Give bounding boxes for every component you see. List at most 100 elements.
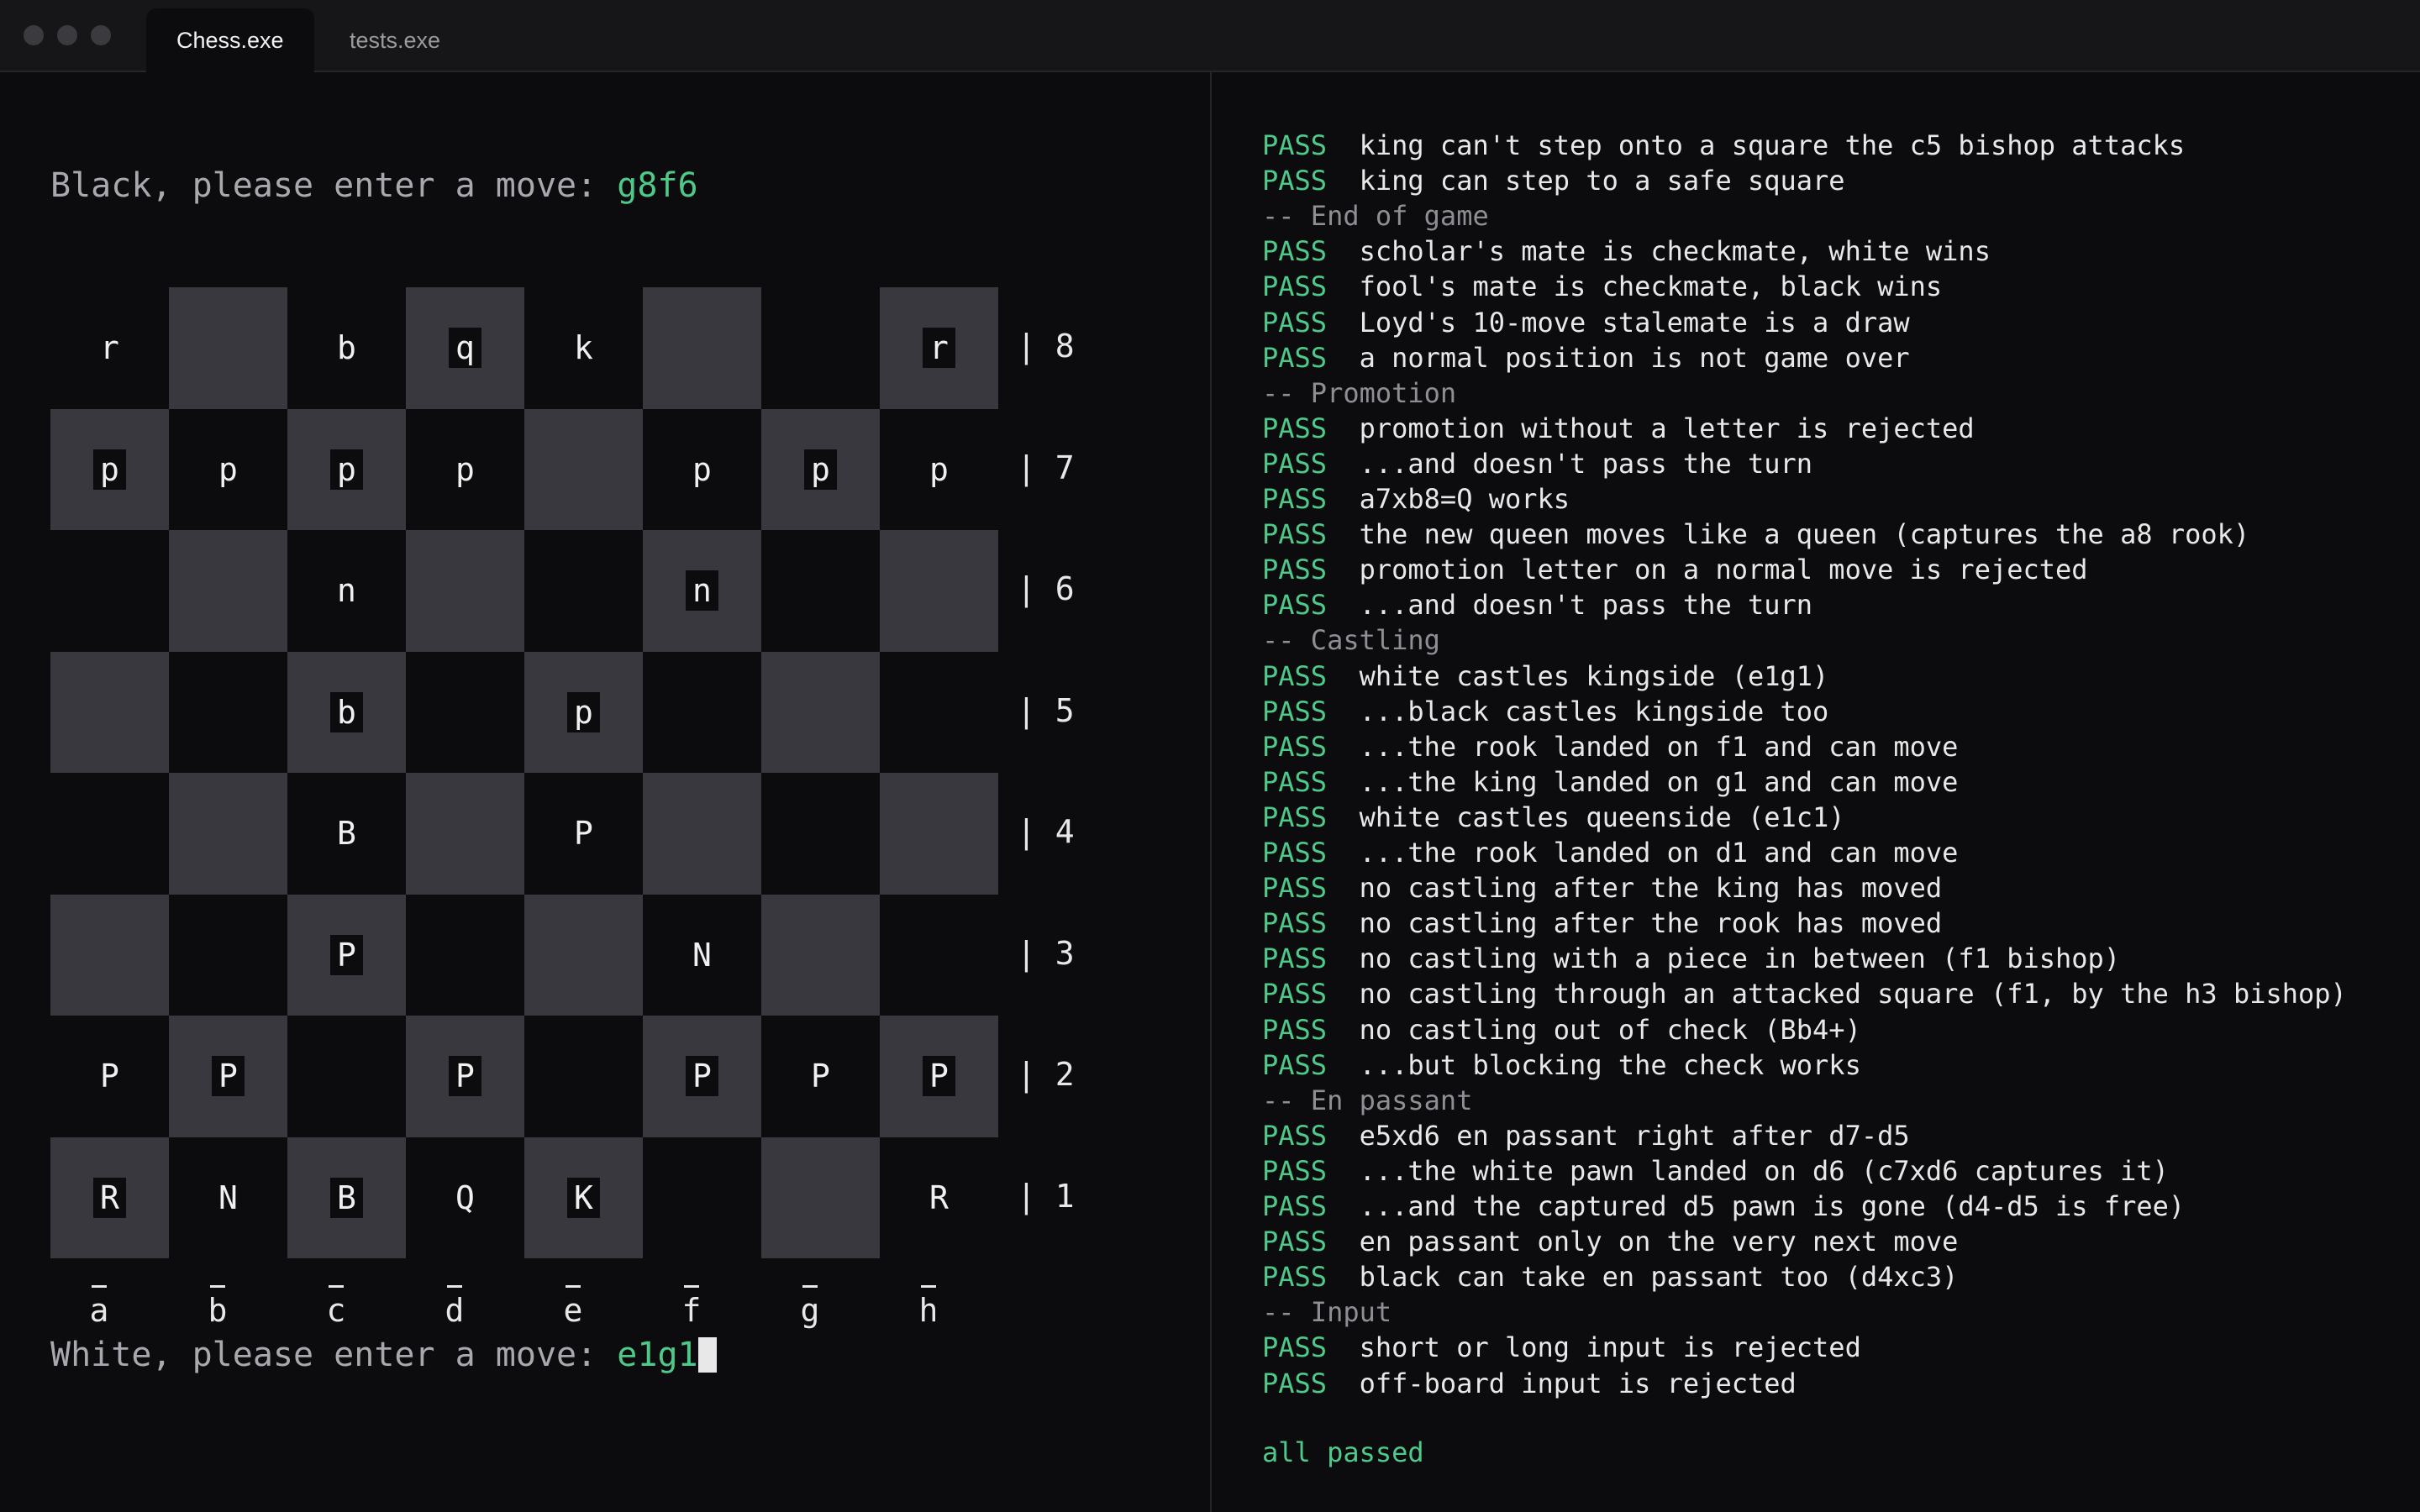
prompt-bottom-move: e1g1 bbox=[617, 1336, 698, 1374]
test-section-header: -- Input bbox=[1262, 1294, 1392, 1330]
pass-status: PASS bbox=[1262, 1261, 1328, 1294]
test-description: en passant only on the very next move bbox=[1359, 1226, 1959, 1258]
chess-pane[interactable]: Black, please enter a move: g8f6 r b q k r p p… bbox=[0, 72, 1210, 1512]
chess-piece: b bbox=[330, 691, 363, 732]
square-b7: p bbox=[169, 408, 287, 530]
rank-label: | 4 bbox=[1017, 813, 1075, 851]
file-label: a bbox=[89, 1292, 109, 1329]
file-underscore bbox=[210, 1285, 225, 1288]
section-title: -- End of game bbox=[1262, 200, 1489, 233]
square-a3 bbox=[50, 894, 169, 1016]
chess-piece: K bbox=[567, 1177, 600, 1218]
test-description: ...and doesn't pass the turn bbox=[1359, 589, 1813, 622]
square-c6: n bbox=[287, 530, 406, 652]
test-summary: all passed bbox=[1262, 1436, 1424, 1468]
square-e2 bbox=[524, 1016, 643, 1137]
pass-status: PASS bbox=[1262, 483, 1328, 515]
pass-status: PASS bbox=[1262, 907, 1328, 940]
square-h7: p bbox=[880, 408, 998, 530]
pass-status: PASS bbox=[1262, 837, 1328, 869]
pass-status: PASS bbox=[1262, 978, 1328, 1011]
chess-piece: P bbox=[923, 1056, 955, 1097]
square-d8: q bbox=[406, 287, 524, 409]
test-description: king can't step onto a square the c5 bis… bbox=[1359, 129, 2186, 161]
file-label: g bbox=[800, 1292, 820, 1329]
square-g5 bbox=[761, 651, 880, 773]
test-result-line: PASS Loyd's 10-move stalemate is a draw bbox=[1262, 305, 1910, 340]
prompt-bottom[interactable]: White, please enter a move: e1g1 bbox=[50, 1336, 717, 1374]
chess-piece: P bbox=[330, 934, 363, 975]
square-e4: P bbox=[524, 773, 643, 895]
square-h1: R bbox=[880, 1137, 998, 1258]
test-result-line: PASS white castles kingside (e1g1) bbox=[1262, 659, 1828, 694]
prompt-top: Black, please enter a move: g8f6 bbox=[50, 166, 698, 205]
tab-chess[interactable]: Chess.exe bbox=[146, 8, 314, 72]
square-h4 bbox=[880, 773, 998, 895]
square-a4 bbox=[50, 773, 169, 895]
test-section-header: -- En passant bbox=[1262, 1083, 1472, 1118]
pass-status: PASS bbox=[1262, 730, 1328, 763]
test-description: no castling through an attacked square (… bbox=[1359, 978, 2347, 1011]
chess-piece: P bbox=[100, 1058, 119, 1095]
test-result-line: PASS ...but blocking the check works bbox=[1262, 1047, 1861, 1083]
chess-piece: Q bbox=[455, 1179, 475, 1216]
close-window-icon[interactable] bbox=[24, 25, 44, 45]
file-underscore bbox=[566, 1285, 581, 1288]
test-result-line: PASS no castling out of check (Bb4+) bbox=[1262, 1012, 1861, 1047]
chess-piece: p bbox=[929, 450, 949, 488]
chess-piece: P bbox=[212, 1056, 245, 1097]
chess-piece: p bbox=[330, 449, 363, 490]
test-section-header: -- Promotion bbox=[1262, 375, 1456, 411]
square-d7: p bbox=[406, 408, 524, 530]
pass-status: PASS bbox=[1262, 1048, 1328, 1081]
test-description: ...and doesn't pass the turn bbox=[1359, 447, 1813, 480]
test-result-line: PASS king can't step onto a square the c… bbox=[1262, 128, 2185, 163]
test-description: no castling with a piece in between (f1 … bbox=[1359, 942, 2121, 975]
test-description: ...the rook landed on d1 and can move bbox=[1359, 837, 1959, 869]
test-result-line: PASS ...and doesn't pass the turn bbox=[1262, 446, 1812, 481]
rank-label: | 1 bbox=[1017, 1177, 1075, 1215]
square-g3 bbox=[761, 894, 880, 1016]
test-description: e5xd6 en passant right after d7-d5 bbox=[1359, 1119, 1910, 1152]
square-b3 bbox=[169, 894, 287, 1016]
section-title: -- En passant bbox=[1262, 1084, 1473, 1116]
square-b4 bbox=[169, 773, 287, 895]
tab-tests[interactable]: tests.exe bbox=[319, 8, 471, 72]
chess-piece: p bbox=[455, 450, 475, 488]
square-e8: k bbox=[524, 287, 643, 409]
test-result-line: PASS promotion letter on a normal move i… bbox=[1262, 552, 2088, 587]
pass-status: PASS bbox=[1262, 695, 1328, 727]
square-e7 bbox=[524, 408, 643, 530]
pass-status: PASS bbox=[1262, 306, 1328, 339]
chess-piece: B bbox=[337, 815, 356, 853]
square-g7: p bbox=[761, 408, 880, 530]
square-a1: R bbox=[50, 1137, 169, 1258]
minimize-window-icon[interactable] bbox=[57, 25, 77, 45]
maximize-window-icon[interactable] bbox=[91, 25, 111, 45]
test-result-line: PASS en passant only on the very next mo… bbox=[1262, 1224, 1958, 1259]
square-d2: P bbox=[406, 1016, 524, 1137]
chess-piece: N bbox=[692, 936, 712, 974]
square-d5 bbox=[406, 651, 524, 773]
test-result-line: PASS ...the rook landed on f1 and can mo… bbox=[1262, 729, 1958, 764]
title-bar: Chess.exe tests.exe bbox=[0, 0, 2420, 72]
test-result-line: PASS no castling after the king has move… bbox=[1262, 870, 1942, 906]
square-a7: p bbox=[50, 408, 169, 530]
test-section-header: -- Castling bbox=[1262, 622, 1440, 658]
test-result-line: PASS ...the white pawn landed on d6 (c7x… bbox=[1262, 1153, 2169, 1189]
pass-status: PASS bbox=[1262, 801, 1328, 833]
square-c2 bbox=[287, 1016, 406, 1137]
square-g1 bbox=[761, 1137, 880, 1258]
test-description: ...but blocking the check works bbox=[1359, 1048, 1861, 1081]
square-g4 bbox=[761, 773, 880, 895]
chess-piece: r bbox=[100, 329, 119, 367]
chess-piece: p bbox=[218, 450, 238, 488]
chess-piece: R bbox=[93, 1177, 126, 1218]
test-result-line: PASS ...black castles kingside too bbox=[1262, 694, 1828, 729]
chess-piece: p bbox=[93, 449, 126, 490]
chess-piece: k bbox=[574, 329, 593, 367]
chess-piece: P bbox=[811, 1058, 830, 1095]
file-underscore bbox=[329, 1285, 344, 1288]
square-c3: P bbox=[287, 894, 406, 1016]
pass-status: PASS bbox=[1262, 1013, 1328, 1046]
